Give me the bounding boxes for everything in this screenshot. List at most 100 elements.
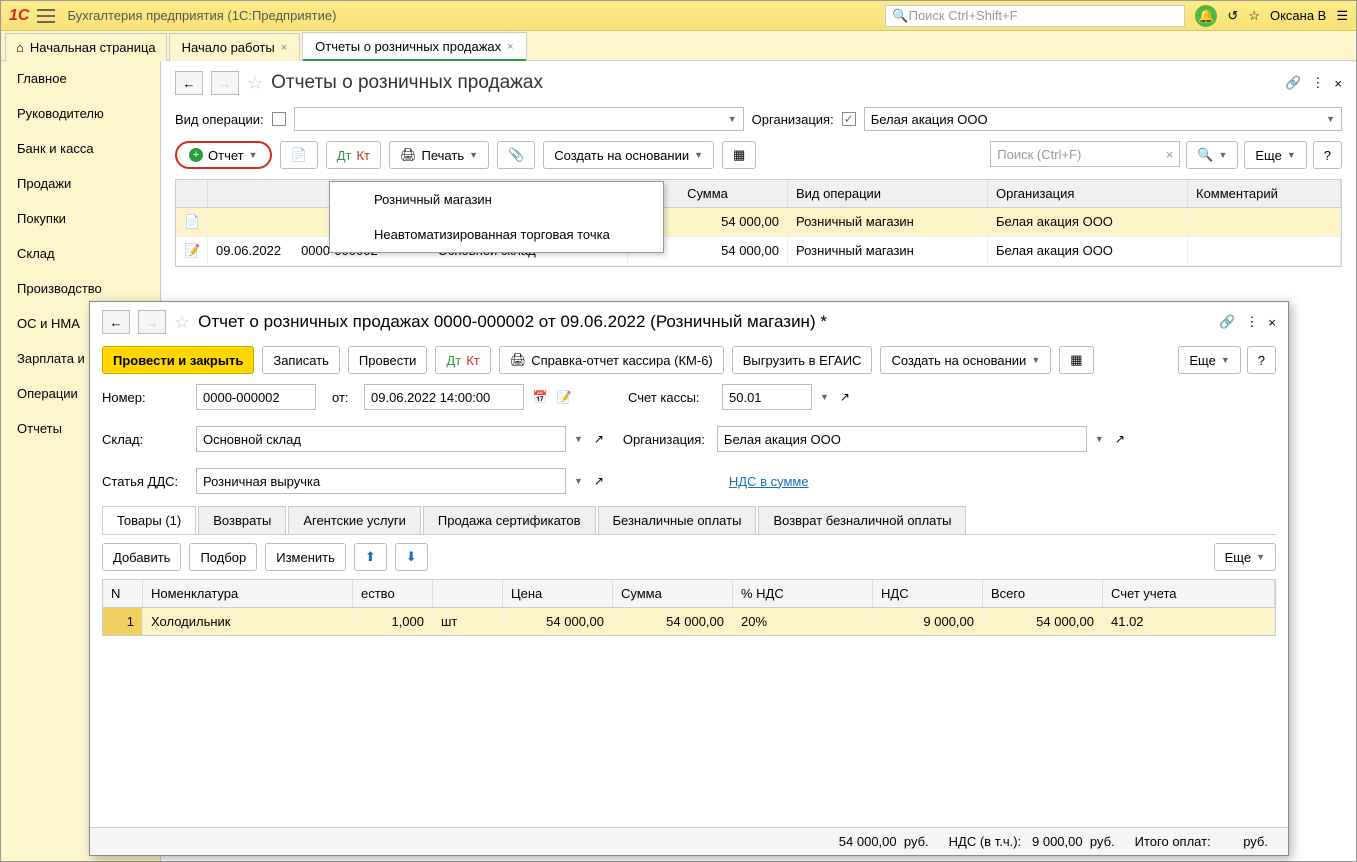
- report-button[interactable]: +Отчет ▼: [175, 141, 272, 169]
- col-comment[interactable]: Комментарий: [1188, 180, 1341, 207]
- nav-fwd[interactable]: →: [211, 71, 239, 95]
- detail-row[interactable]: 1 Холодильник 1,000 шт 54 000,00 54 000,…: [103, 608, 1275, 635]
- user-name[interactable]: Оксана В: [1270, 8, 1326, 23]
- change-button[interactable]: Изменить: [265, 543, 346, 571]
- select-button[interactable]: Подбор: [189, 543, 257, 571]
- open-icon[interactable]: ↗: [1112, 431, 1128, 447]
- link-icon[interactable]: 🔗: [1285, 75, 1301, 91]
- col-org[interactable]: Организация: [988, 180, 1188, 207]
- settings-icon[interactable]: ☰: [1336, 8, 1348, 24]
- grid-search[interactable]: Поиск (Ctrl+F)×: [990, 141, 1180, 167]
- close-icon[interactable]: ×: [1334, 76, 1342, 91]
- close-icon[interactable]: ×: [1268, 315, 1276, 330]
- side-sklad[interactable]: Склад: [1, 236, 160, 271]
- print-button[interactable]: 🖨 Печать ▼: [389, 141, 489, 169]
- col-price[interactable]: Цена: [503, 580, 613, 607]
- col-acct[interactable]: Счет учета: [1103, 580, 1275, 607]
- dtkt-button[interactable]: ДтКт: [326, 141, 381, 169]
- bell-icon[interactable]: 🔔: [1195, 5, 1217, 27]
- vid-checkbox[interactable]: [272, 112, 286, 126]
- tab-noncash-ret[interactable]: Возврат безналичной оплаты: [758, 506, 966, 534]
- modal-more[interactable]: Еще ▼: [1178, 346, 1240, 374]
- sklad-input[interactable]: Основной склад: [196, 426, 566, 452]
- footer-total: Итого оплат: руб.: [1135, 834, 1268, 849]
- modal-fwd[interactable]: →: [138, 310, 166, 334]
- col-sum[interactable]: Сумма: [613, 580, 733, 607]
- tab-agent[interactable]: Агентские услуги: [288, 506, 421, 534]
- modal-title: Отчет о розничных продажах 0000-000002 о…: [198, 312, 827, 332]
- nav-back[interactable]: ←: [175, 71, 203, 95]
- col-qty[interactable]: ество: [353, 580, 433, 607]
- down-button[interactable]: ⬇: [395, 543, 428, 571]
- tab-cert[interactable]: Продажа сертификатов: [423, 506, 596, 534]
- org-checkbox[interactable]: [842, 112, 856, 126]
- struct-button[interactable]: ▦: [722, 141, 756, 169]
- nds-link[interactable]: НДС в сумме: [729, 474, 809, 489]
- open-icon[interactable]: ↗: [837, 389, 853, 405]
- post-close-button[interactable]: Провести и закрыть: [102, 346, 254, 374]
- create-button[interactable]: Создать на основании ▼: [543, 141, 714, 169]
- col-ndspct[interactable]: % НДС: [733, 580, 873, 607]
- open-icon[interactable]: ↗: [591, 431, 607, 447]
- close-icon[interactable]: ×: [507, 41, 513, 53]
- tab-noncash[interactable]: Безналичные оплаты: [598, 506, 757, 534]
- egais-button[interactable]: Выгрузить в ЕГАИС: [732, 346, 873, 374]
- menu-retail[interactable]: Розничный магазин: [330, 182, 663, 217]
- tab-goods[interactable]: Товары (1): [102, 506, 196, 534]
- more-button[interactable]: Еще ▼: [1244, 141, 1306, 169]
- close-icon[interactable]: ×: [281, 42, 287, 54]
- attach-button[interactable]: 📎: [497, 141, 535, 169]
- tab-start[interactable]: Начало работы ×: [169, 33, 301, 61]
- struct-button[interactable]: ▦: [1059, 346, 1093, 374]
- kebab-icon[interactable]: ⋮: [1311, 75, 1324, 91]
- search-button[interactable]: 🔍 ▼: [1186, 141, 1238, 169]
- account-input[interactable]: 50.01: [722, 384, 812, 410]
- kebab-icon[interactable]: ⋮: [1245, 314, 1258, 330]
- org-dropdown[interactable]: Белая акация ООО▼: [864, 107, 1342, 131]
- dds-input[interactable]: Розничная выручка: [196, 468, 566, 494]
- col-vid[interactable]: Вид операции: [788, 180, 988, 207]
- menu-icon[interactable]: [37, 9, 55, 23]
- side-bank[interactable]: Банк и касса: [1, 131, 160, 166]
- search-top[interactable]: 🔍 Поиск Ctrl+Shift+F: [885, 5, 1185, 27]
- tab-reports[interactable]: Отчеты о розничных продажах ×: [302, 32, 526, 61]
- km6-button[interactable]: 🖨 Справка-отчет кассира (КМ-6): [499, 346, 724, 374]
- side-main[interactable]: Главное: [1, 61, 160, 96]
- history-icon[interactable]: ↺: [1227, 8, 1238, 24]
- post-button[interactable]: Провести: [348, 346, 428, 374]
- create-button[interactable]: Создать на основании ▼: [880, 346, 1051, 374]
- dtkt-button[interactable]: ДтКт: [435, 346, 490, 374]
- calendar-icon[interactable]: 📅: [532, 389, 548, 405]
- help-button[interactable]: ?: [1313, 141, 1342, 169]
- date-input[interactable]: 09.06.2022 14:00:00: [364, 384, 524, 410]
- detail-more[interactable]: Еще ▼: [1214, 543, 1276, 571]
- col-total[interactable]: Всего: [983, 580, 1103, 607]
- fav-icon[interactable]: ☆: [247, 73, 263, 94]
- star-icon[interactable]: ☆: [1248, 8, 1260, 24]
- side-leader[interactable]: Руководителю: [1, 96, 160, 131]
- vid-label: Вид операции:: [175, 112, 264, 127]
- modal-back[interactable]: ←: [102, 310, 130, 334]
- up-button[interactable]: ⬆: [354, 543, 387, 571]
- tab-returns[interactable]: Возвраты: [198, 506, 286, 534]
- page-title: Отчеты о розничных продажах: [271, 72, 543, 94]
- tab-home[interactable]: ⌂ Начальная страница: [5, 33, 167, 61]
- col-nds[interactable]: НДС: [873, 580, 983, 607]
- side-purchase[interactable]: Покупки: [1, 201, 160, 236]
- modal-help[interactable]: ?: [1247, 346, 1276, 374]
- col-nomen[interactable]: Номенклатура: [143, 580, 353, 607]
- vid-dropdown[interactable]: ▼: [294, 107, 744, 131]
- copy-button[interactable]: 📄: [280, 141, 318, 169]
- menu-nonauto[interactable]: Неавтоматизированная торговая точка: [330, 217, 663, 252]
- col-n[interactable]: N: [103, 580, 143, 607]
- side-sales[interactable]: Продажи: [1, 166, 160, 201]
- refresh-icon[interactable]: 📝: [556, 389, 572, 405]
- open-icon[interactable]: ↗: [591, 473, 607, 489]
- number-input[interactable]: 0000-000002: [196, 384, 316, 410]
- write-button[interactable]: Записать: [262, 346, 340, 374]
- dds-label: Статья ДДС:: [102, 474, 188, 489]
- add-button[interactable]: Добавить: [102, 543, 181, 571]
- link-icon[interactable]: 🔗: [1219, 314, 1235, 330]
- modal-fav[interactable]: ☆: [174, 312, 190, 333]
- org-input[interactable]: Белая акация ООО: [717, 426, 1087, 452]
